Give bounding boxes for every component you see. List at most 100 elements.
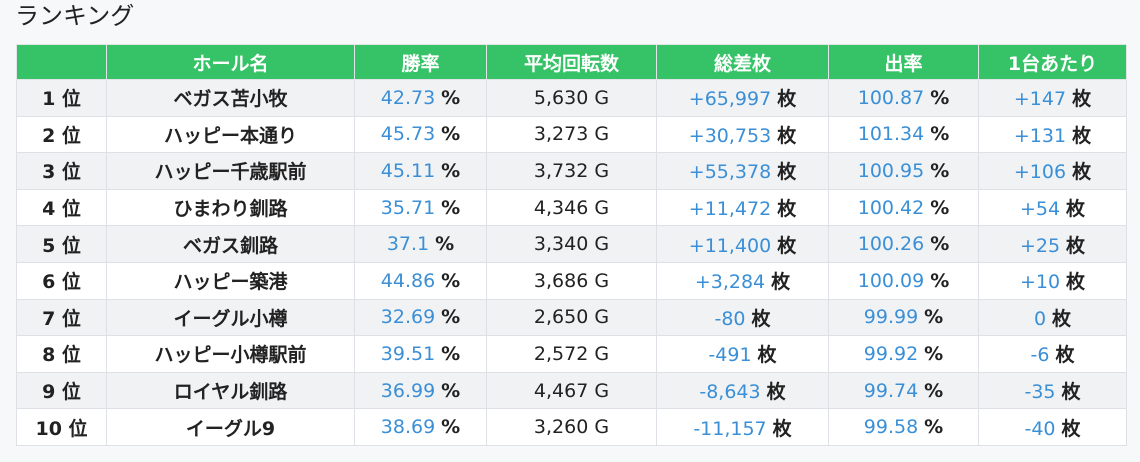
win-rate-cell: 35.71% [354,188,487,227]
payout-rate-unit: % [930,269,950,292]
payout-rate-unit: % [930,159,950,182]
payout-rate-cell: 99.92% [828,335,979,373]
per-unit-cell: +147 枚 [978,79,1127,117]
per-unit-value: +10 [1019,271,1061,294]
payout-rate-cell: 101.34% [828,115,979,154]
table-row: 7 位イーグル小樽 32.69% 2,650 G -80 枚 99.99% 0 枚 [16,298,1127,337]
avg-spins-cell: 4,467 G [486,371,657,410]
avg-spins-value: 4,346 G [533,196,610,219]
win-rate-unit: % [441,306,461,329]
per-unit-unit: 枚 [1066,271,1086,294]
payout-rate-unit: % [924,306,944,329]
total-diff-value: -491 [708,344,752,367]
rank-cell: 4 位 [16,188,107,227]
payout-rate-value: 101.34 [857,123,925,146]
total-diff-cell: -491 枚 [656,335,829,373]
win-rate-cell: 45.73% [354,115,487,154]
win-rate-unit: % [441,342,461,365]
win-rate-unit: % [441,379,461,402]
total-diff-cell: -11,157 枚 [656,408,829,446]
payout-rate-unit: % [930,123,950,146]
header-payout-rate: 出率 [828,44,979,80]
win-rate-value: 45.73 [380,123,436,146]
payout-rate-value: 100.26 [857,233,925,256]
total-diff-value: -8,643 [699,381,761,404]
win-rate-unit: % [441,269,461,292]
win-rate-value: 37.1 [386,233,430,256]
avg-spins-cell: 3,686 G [486,261,657,300]
table-row: 5 位ベガス釧路 37.1% 3,340 G +11,400 枚 100.26% +25 枚 [16,225,1127,263]
total-diff-unit: 枚 [777,234,797,257]
win-rate-cell: 42.73% [354,79,487,117]
avg-spins-cell: 5,630 G [486,79,657,117]
total-diff-value: -11,157 [693,417,767,440]
hall-name-cell: イーグル小樽 [106,298,355,337]
per-unit-cell: -35 枚 [978,371,1127,410]
payout-rate-value: 99.58 [863,416,919,439]
payout-rate-cell: 99.58% [828,408,979,446]
ranking-table-body: 1 位ベガス苫小牧 42.73% 5,630 G +65,997 枚 100.87% +14… [16,79,1127,446]
table-row: 10 位イーグル9 38.69% 3,260 G -11,157 枚 99.58% -40 枚 [16,408,1127,446]
per-unit-unit: 枚 [1061,417,1081,440]
ranking-table: ホール名 勝率 平均回転数 総差枚 出率 1台あたり 1 位ベガス苫小牧 42.7… [16,44,1127,446]
avg-spins-value: 3,340 G [533,233,610,256]
win-rate-value: 32.69 [380,306,436,329]
avg-spins-value: 3,732 G [533,159,610,182]
win-rate-cell: 44.86% [354,261,487,300]
header-rank [16,44,107,80]
payout-rate-cell: 100.09% [828,261,979,300]
rank-cell: 9 位 [16,371,107,410]
total-diff-unit: 枚 [777,88,797,111]
win-rate-value: 42.73 [380,86,436,109]
per-unit-value: +106 [1013,161,1067,184]
win-rate-cell: 36.99% [354,371,487,410]
total-diff-cell: -80 枚 [656,298,829,337]
table-row: 6 位ハッピー築港 44.86% 3,686 G +3,284 枚 100.09% +10 枚 [16,261,1127,300]
per-unit-unit: 枚 [1066,234,1086,257]
avg-spins-cell: 4,346 G [486,188,657,227]
win-rate-unit: % [441,196,461,219]
payout-rate-cell: 100.87% [828,79,979,117]
total-diff-unit: 枚 [777,198,797,221]
payout-rate-value: 100.95 [857,159,925,182]
per-unit-cell: -6 枚 [978,335,1127,373]
per-unit-value: +25 [1019,234,1061,257]
avg-spins-cell: 2,572 G [486,335,657,373]
total-diff-unit: 枚 [777,161,797,184]
total-diff-unit: 枚 [771,271,791,294]
win-rate-unit: % [441,159,461,182]
per-unit-unit: 枚 [1072,161,1092,184]
table-row: 4 位ひまわり釧路 35.71% 4,346 G +11,472 枚 100.42% +54… [16,188,1127,227]
payout-rate-value: 100.09 [857,269,925,292]
payout-rate-unit: % [924,342,944,365]
win-rate-value: 35.71 [380,196,436,219]
per-unit-cell: 0枚 [978,298,1127,337]
per-unit-unit: 枚 [1072,124,1092,147]
per-unit-value: +147 [1013,88,1067,111]
total-diff-cell: +65,997 枚 [656,79,829,117]
per-unit-cell: -40 枚 [978,408,1127,446]
payout-rate-cell: 100.95% [828,152,979,190]
table-row: 2 位ハッピー本通り 45.73% 3,273 G +30,753 枚 101.34% +1… [16,115,1127,154]
hall-name-cell: ひまわり釧路 [106,188,355,227]
payout-rate-value: 99.74 [863,379,919,402]
hall-name-cell: ベガス苫小牧 [106,79,355,117]
hall-name-cell: ロイヤル釧路 [106,371,355,410]
rank-cell: 3 位 [16,152,107,190]
per-unit-value: +54 [1019,198,1061,221]
hall-name-cell: ベガス釧路 [106,225,355,263]
payout-rate-unit: % [930,86,950,109]
table-row: 3 位ハッピー千歳駅前 45.11% 3,732 G +55,378 枚 100.95% +… [16,152,1127,190]
avg-spins-cell: 2,650 G [486,298,657,337]
total-diff-unit: 枚 [757,344,777,367]
per-unit-value: +131 [1013,124,1067,147]
hall-name-cell: イーグル9 [106,408,355,446]
per-unit-value: 0 [1033,307,1047,330]
avg-spins-cell: 3,273 G [486,115,657,154]
avg-spins-value: 3,260 G [533,416,610,439]
total-diff-value: +3,284 [694,271,766,294]
win-rate-unit: % [441,123,461,146]
payout-rate-value: 100.87 [857,86,925,109]
payout-rate-unit: % [924,379,944,402]
header-total-diff: 総差枚 [656,44,829,80]
